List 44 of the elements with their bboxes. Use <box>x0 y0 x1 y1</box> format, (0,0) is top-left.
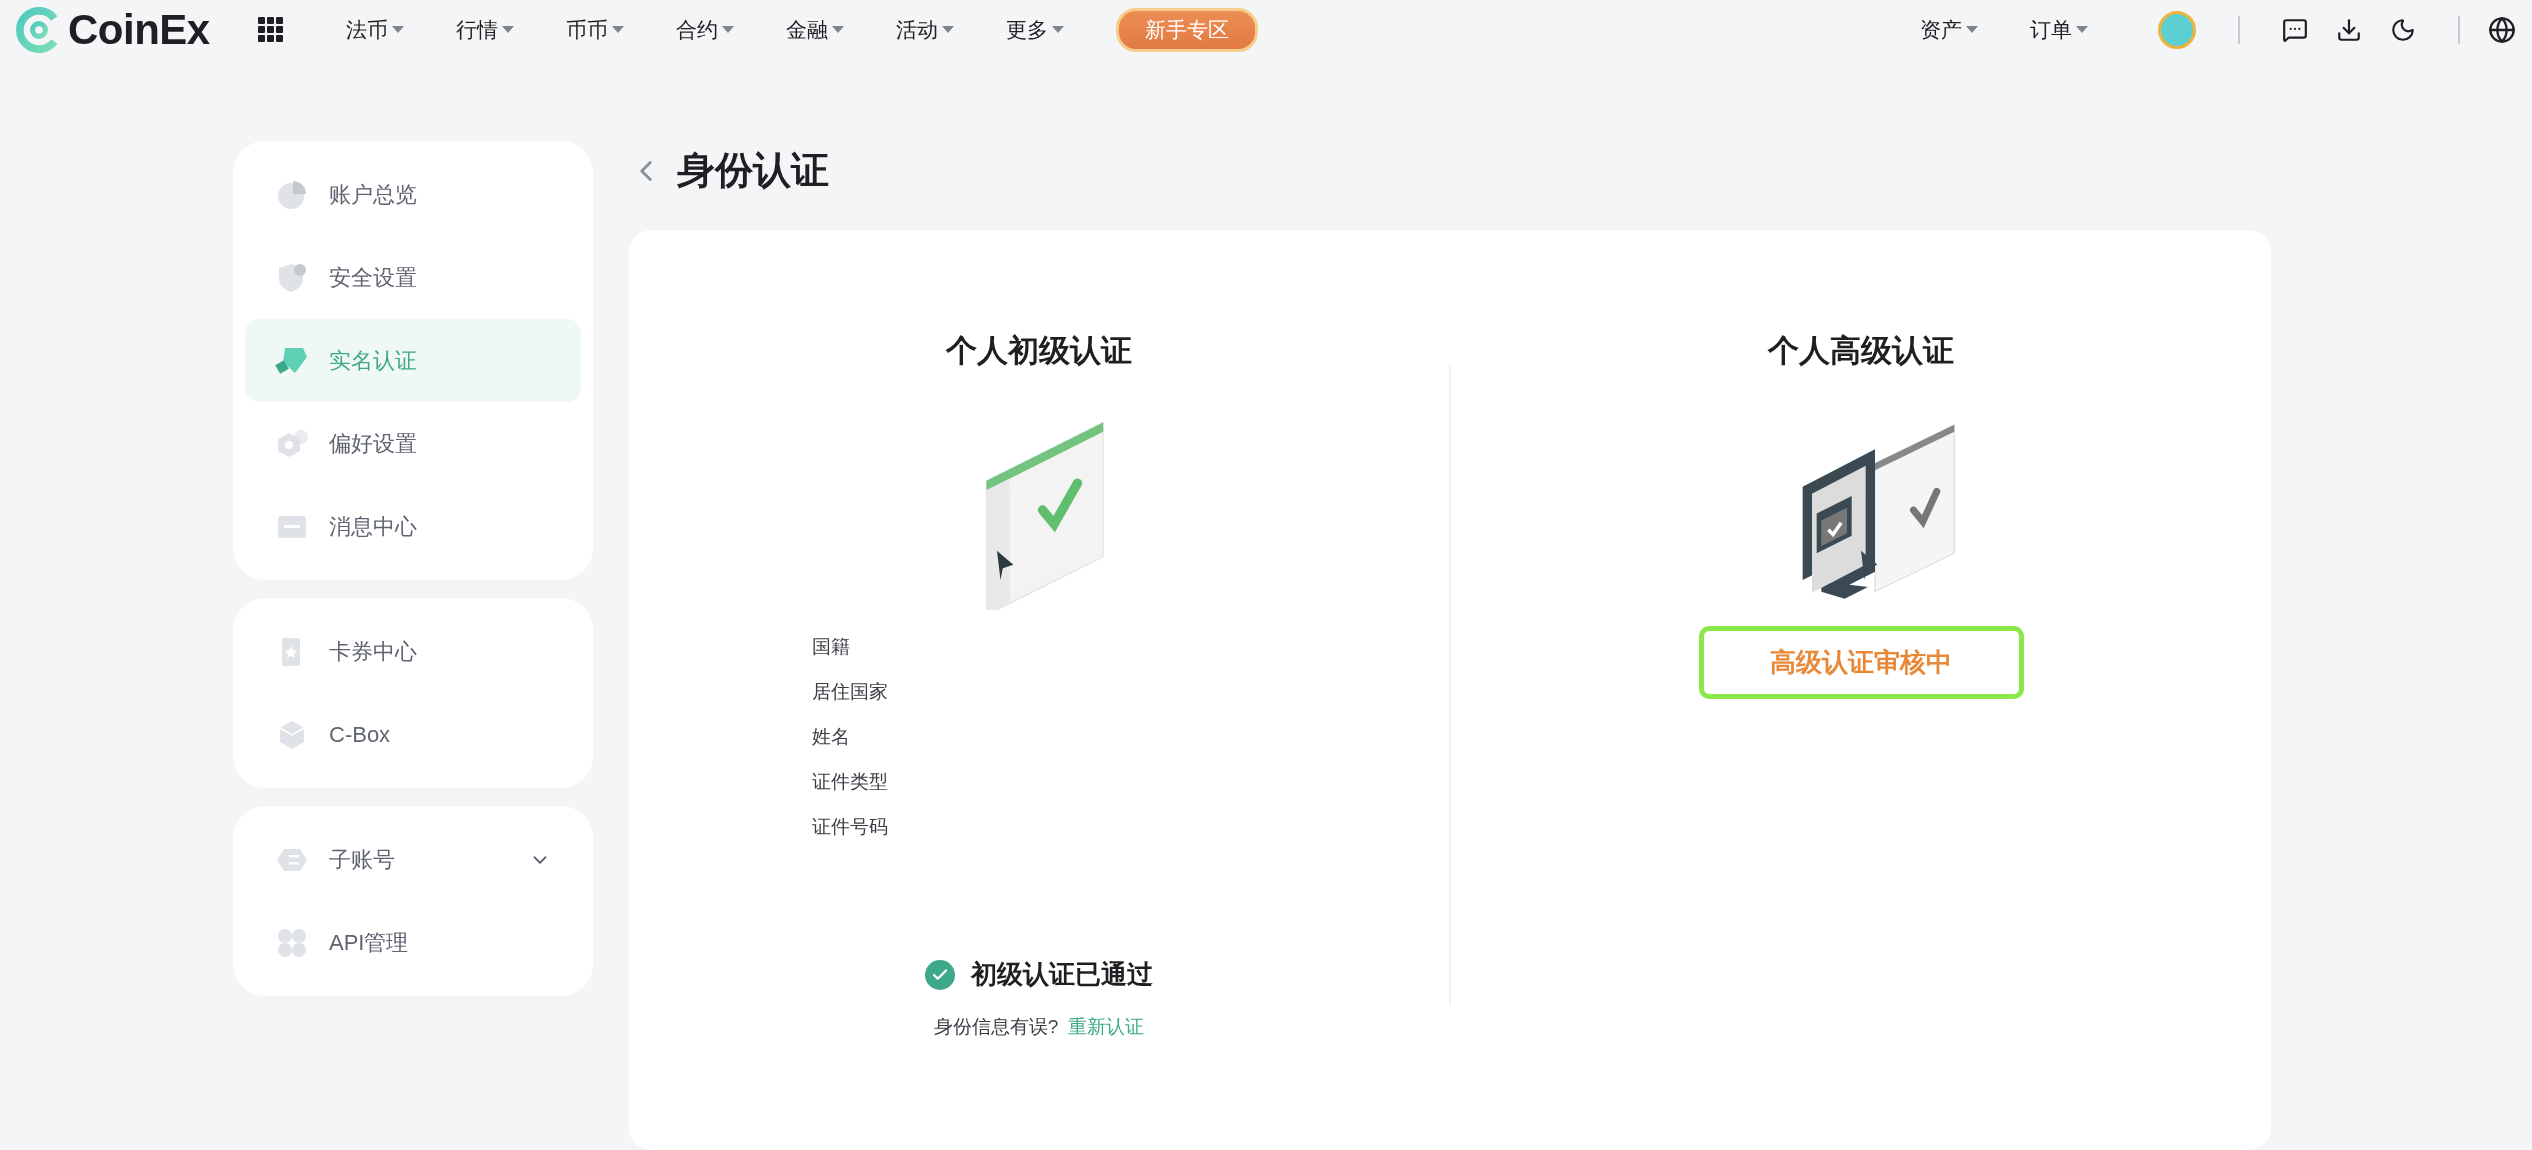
logo-text: CoinEx <box>68 5 210 54</box>
nav-menu[interactable]: 合约 <box>675 15 734 44</box>
caret-icon <box>2076 25 2088 34</box>
sidebar-item[interactable]: API管理 <box>245 901 581 984</box>
caret-icon <box>831 25 844 34</box>
caret-icon <box>391 25 404 34</box>
nav-menu[interactable]: 资产 <box>1920 15 1978 44</box>
status-text: 初级认证已通过 <box>971 958 1153 991</box>
sidebar-item[interactable]: C-Box <box>245 693 581 776</box>
caret-icon <box>501 25 514 34</box>
globe-icon[interactable] <box>2488 15 2516 44</box>
apps-grid-icon[interactable] <box>257 16 284 43</box>
nav-menu[interactable]: 金融 <box>785 15 844 44</box>
section-title: 个人初级认证 <box>946 332 1132 370</box>
sidebar-item[interactable]: 子账号 <box>245 818 581 901</box>
check-circle-icon <box>925 959 955 990</box>
chat-icon[interactable] <box>2282 16 2308 43</box>
moon-icon[interactable] <box>2390 16 2416 43</box>
field-label: 国籍 <box>812 635 851 659</box>
field-label: 证件号码 <box>812 815 889 839</box>
sidebar-item[interactable]: 卡券中心 <box>245 610 581 693</box>
sidebar-item[interactable]: 安全设置 <box>245 236 581 319</box>
page-title: 身份认证 <box>677 148 829 193</box>
nav-menu[interactable]: 币币 <box>565 15 624 44</box>
hint-text: 身份信息有误? <box>933 1015 1059 1039</box>
download-icon[interactable] <box>2336 16 2362 43</box>
sidebar-item[interactable]: 偏好设置 <box>245 402 581 485</box>
nav-menu[interactable]: 活动 <box>895 15 954 44</box>
caret-icon <box>1966 25 1978 34</box>
section-title: 个人高级认证 <box>1768 332 1954 370</box>
caret-icon <box>611 25 624 34</box>
nav-menu[interactable]: 法币 <box>345 15 404 44</box>
sidebar-item[interactable]: 消息中心 <box>245 485 581 568</box>
field-label: 居住国家 <box>812 680 889 704</box>
caret-icon <box>941 25 954 34</box>
nav-menu[interactable]: 行情 <box>455 15 514 44</box>
caret-icon <box>1051 25 1064 34</box>
nav-menu[interactable]: 更多 <box>1005 15 1064 44</box>
review-status-box: 高级认证审核中 <box>1698 626 2024 699</box>
caret-icon <box>721 25 734 34</box>
sidebar-item[interactable]: 账户总览 <box>245 153 581 236</box>
field-label: 证件类型 <box>812 770 889 794</box>
nav-menu[interactable]: 订单 <box>2030 15 2088 44</box>
field-label: 姓名 <box>812 725 851 749</box>
